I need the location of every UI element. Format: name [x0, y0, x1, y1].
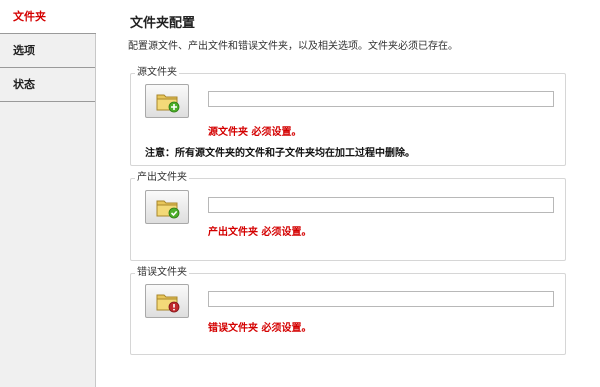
error-folder-browse-button[interactable] — [145, 284, 189, 318]
error-folder-path-input[interactable] — [208, 291, 554, 307]
error-folder-error: 错误文件夹 必须设置。 — [208, 323, 312, 334]
folder-error-icon — [156, 294, 180, 313]
source-folder-browse-button[interactable] — [145, 84, 189, 118]
source-folder-label: 源文件夹 — [135, 63, 179, 78]
main-panel: 文件夹配置 配置源文件、产出文件和错误文件夹，以及相关选项。文件夹必须已存在。 … — [97, 0, 600, 387]
sidebar-item-options[interactable]: 选项 — [0, 34, 95, 68]
source-folder-note: 注意：所有源文件夹的文件和子文件夹均在加工过程中删除。 — [145, 148, 415, 159]
source-folder-error: 源文件夹 必须设置。 — [208, 127, 302, 138]
sidebar-item-folders[interactable]: 文件夹 — [0, 0, 96, 34]
folder-add-icon — [156, 94, 180, 113]
output-folder-label: 产出文件夹 — [135, 168, 189, 183]
sidebar-item-status[interactable]: 状态 — [0, 68, 95, 102]
output-folder-browse-button[interactable] — [145, 190, 189, 224]
folder-check-icon — [156, 200, 180, 219]
output-folder-group: 产出文件夹 产出文件夹 必须设置。 — [130, 168, 566, 261]
page-description: 配置源文件、产出文件和错误文件夹，以及相关选项。文件夹必须已存在。 — [128, 41, 458, 52]
output-folder-path-input[interactable] — [208, 197, 554, 213]
error-folder-group: 错误文件夹 错误文件夹 必须设置。 — [130, 263, 566, 355]
error-folder-label: 错误文件夹 — [135, 263, 189, 278]
page-title: 文件夹配置 — [130, 16, 196, 31]
source-folder-group: 源文件夹 源文件夹 必须设置。 注意：所有源文件夹的文件和子文件夹均在加工过程中… — [130, 63, 566, 166]
source-folder-path-input[interactable] — [208, 91, 554, 107]
output-folder-error: 产出文件夹 必须设置。 — [208, 227, 312, 238]
sidebar: 文件夹 选项 状态 — [0, 0, 96, 387]
